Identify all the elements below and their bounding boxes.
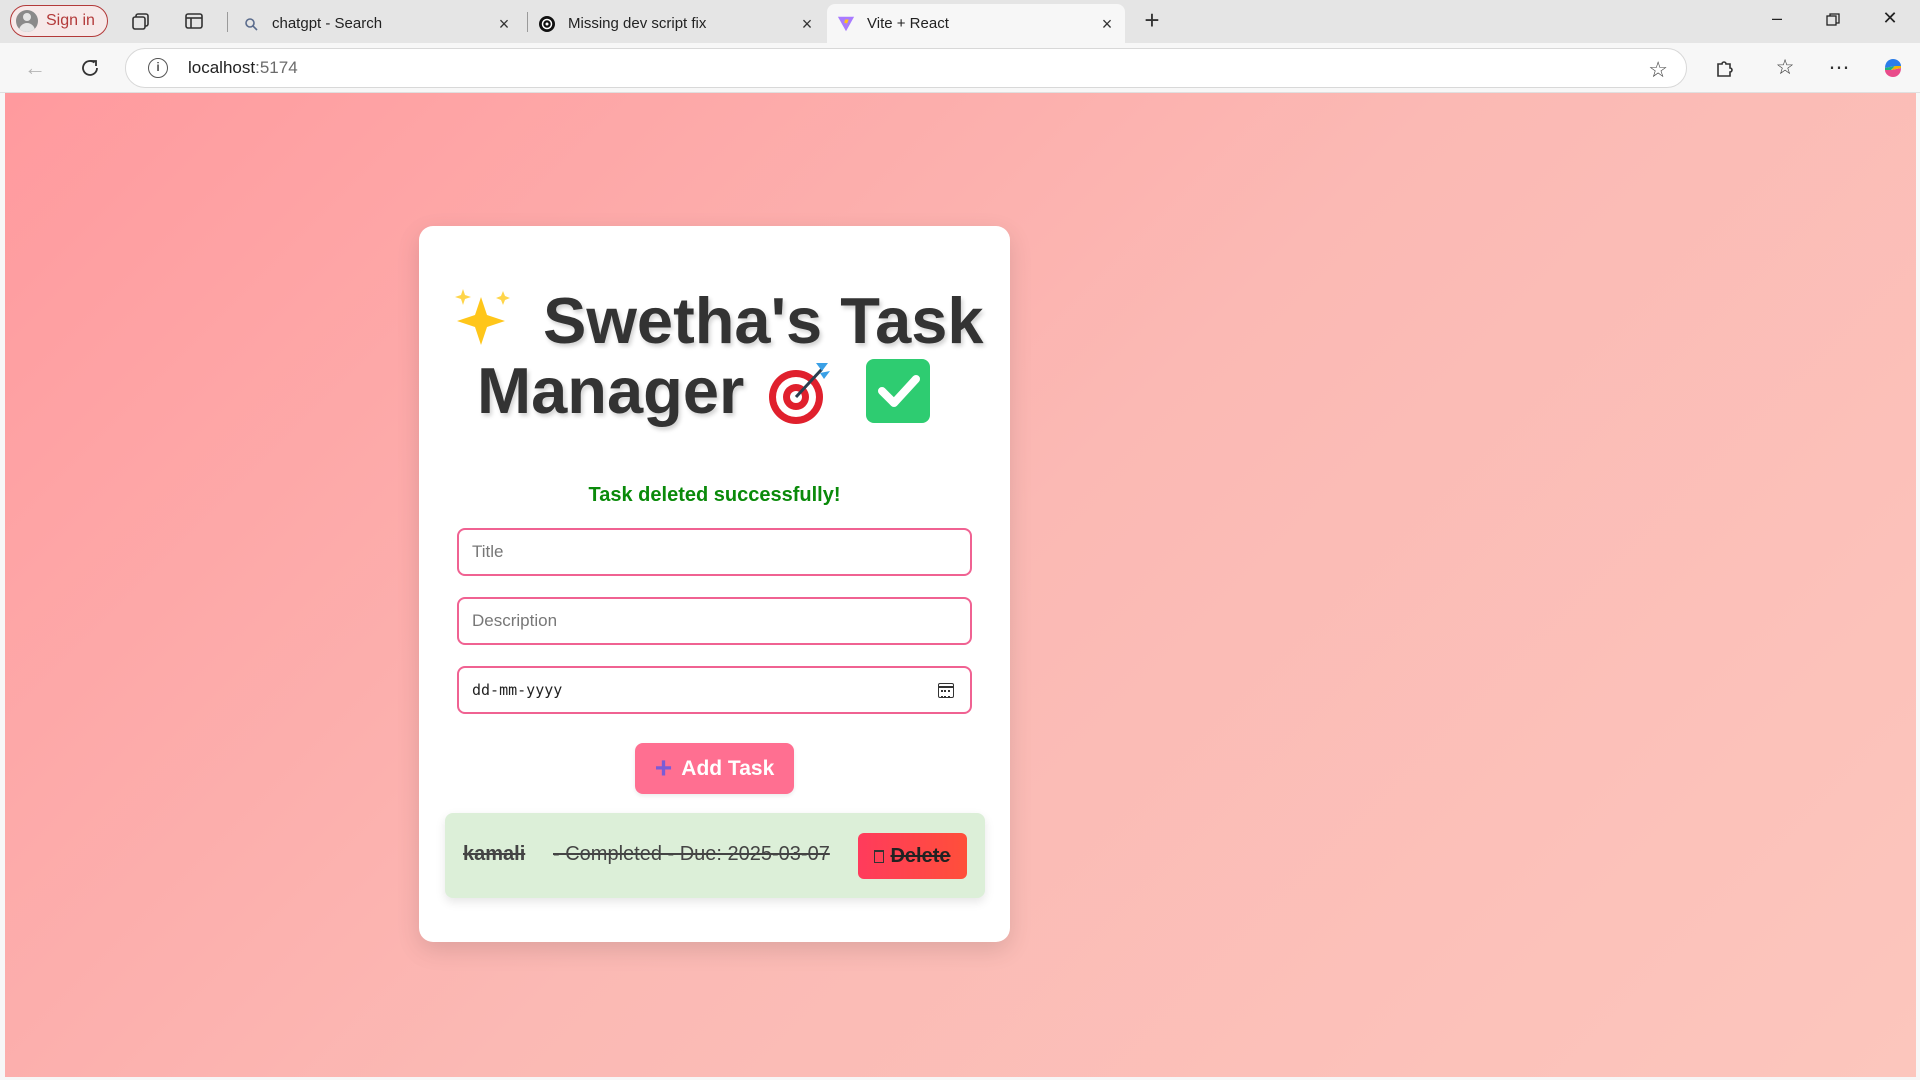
page-background: Swetha's Task Manager Task deleted succe… [5, 93, 1916, 1077]
close-tab-icon[interactable]: × [496, 15, 512, 33]
task-title: kamali [463, 843, 526, 865]
calendar-icon[interactable] [938, 683, 954, 698]
address-bar[interactable]: i localhost:5174 ☆ [125, 48, 1687, 88]
due-date-input[interactable]: dd-mm-yyyy [457, 666, 972, 714]
task-item[interactable]: kamali - Completed - Due: 2025-03-07 Del… [445, 813, 985, 898]
extensions-icon[interactable] [1711, 55, 1737, 81]
favorite-star-icon[interactable]: ☆ [1648, 57, 1668, 83]
title-input[interactable]: Title [457, 528, 972, 576]
delete-button[interactable]: Delete [858, 833, 967, 879]
description-placeholder: Description [472, 611, 558, 630]
profile-icon [16, 10, 38, 32]
tab-chatgpt-search[interactable]: chatgpt - Search × [232, 4, 522, 43]
new-tab-button[interactable]: + [1140, 7, 1164, 33]
description-input[interactable]: Description [457, 597, 972, 645]
sparkles-icon [451, 287, 515, 349]
tab-title: Missing dev script fix [568, 15, 707, 32]
tab-title: Vite + React [867, 15, 949, 32]
restore-icon[interactable] [1813, 8, 1853, 34]
title-line-1: Swetha's Task [543, 284, 984, 357]
page-title: Swetha's Task Manager [451, 286, 991, 426]
tab-strip: Sign in chatgpt - Search × Missing dev s… [0, 0, 1920, 43]
plus-icon: + [654, 751, 673, 785]
tab-title: chatgpt - Search [272, 15, 383, 32]
tab-separator [227, 12, 228, 32]
sign-in-button[interactable]: Sign in [10, 5, 108, 37]
search-icon [242, 15, 260, 33]
task-manager-card: Swetha's Task Manager Task deleted succe… [419, 226, 1010, 942]
task-meta: - Completed - Due: 2025-03-07 [553, 843, 830, 865]
back-icon[interactable]: ← [22, 55, 48, 81]
status-message: Task deleted successfully! [588, 484, 841, 506]
workspaces-icon[interactable] [131, 11, 151, 31]
tab-missing-dev-script[interactable]: Missing dev script fix × [528, 4, 825, 43]
tab-vite-react[interactable]: Vite + React × [827, 4, 1125, 43]
openai-icon [538, 15, 556, 33]
add-task-button[interactable]: + Add Task [635, 743, 794, 794]
vite-icon [837, 15, 855, 33]
url-host: localhost [188, 58, 256, 77]
favorites-icon[interactable]: ☆ [1772, 55, 1798, 81]
title-line-2: Manager [477, 354, 745, 427]
minimize-icon[interactable]: – [1757, 8, 1797, 34]
title-placeholder: Title [472, 542, 504, 561]
check-mark-icon [866, 359, 931, 423]
close-tab-icon[interactable]: × [1099, 15, 1115, 33]
delete-label: Delete [890, 844, 951, 867]
site-info-icon[interactable]: i [148, 58, 168, 78]
more-options-icon[interactable]: ⋯ [1826, 55, 1852, 81]
add-task-label: Add Task [681, 756, 775, 780]
target-icon [766, 359, 832, 425]
url-port: :5174 [255, 58, 298, 77]
close-window-icon[interactable]: ✕ [1870, 8, 1910, 34]
navigation-bar: ← i localhost:5174 ☆ ☆ ⋯ [0, 43, 1920, 93]
tab-actions-icon[interactable] [184, 11, 204, 31]
date-placeholder: dd-mm-yyyy [472, 681, 563, 699]
trash-icon [874, 849, 885, 863]
copilot-icon[interactable] [1880, 55, 1906, 81]
sign-in-label: Sign in [46, 12, 95, 29]
close-tab-icon[interactable]: × [799, 15, 815, 33]
refresh-icon[interactable] [77, 55, 103, 81]
